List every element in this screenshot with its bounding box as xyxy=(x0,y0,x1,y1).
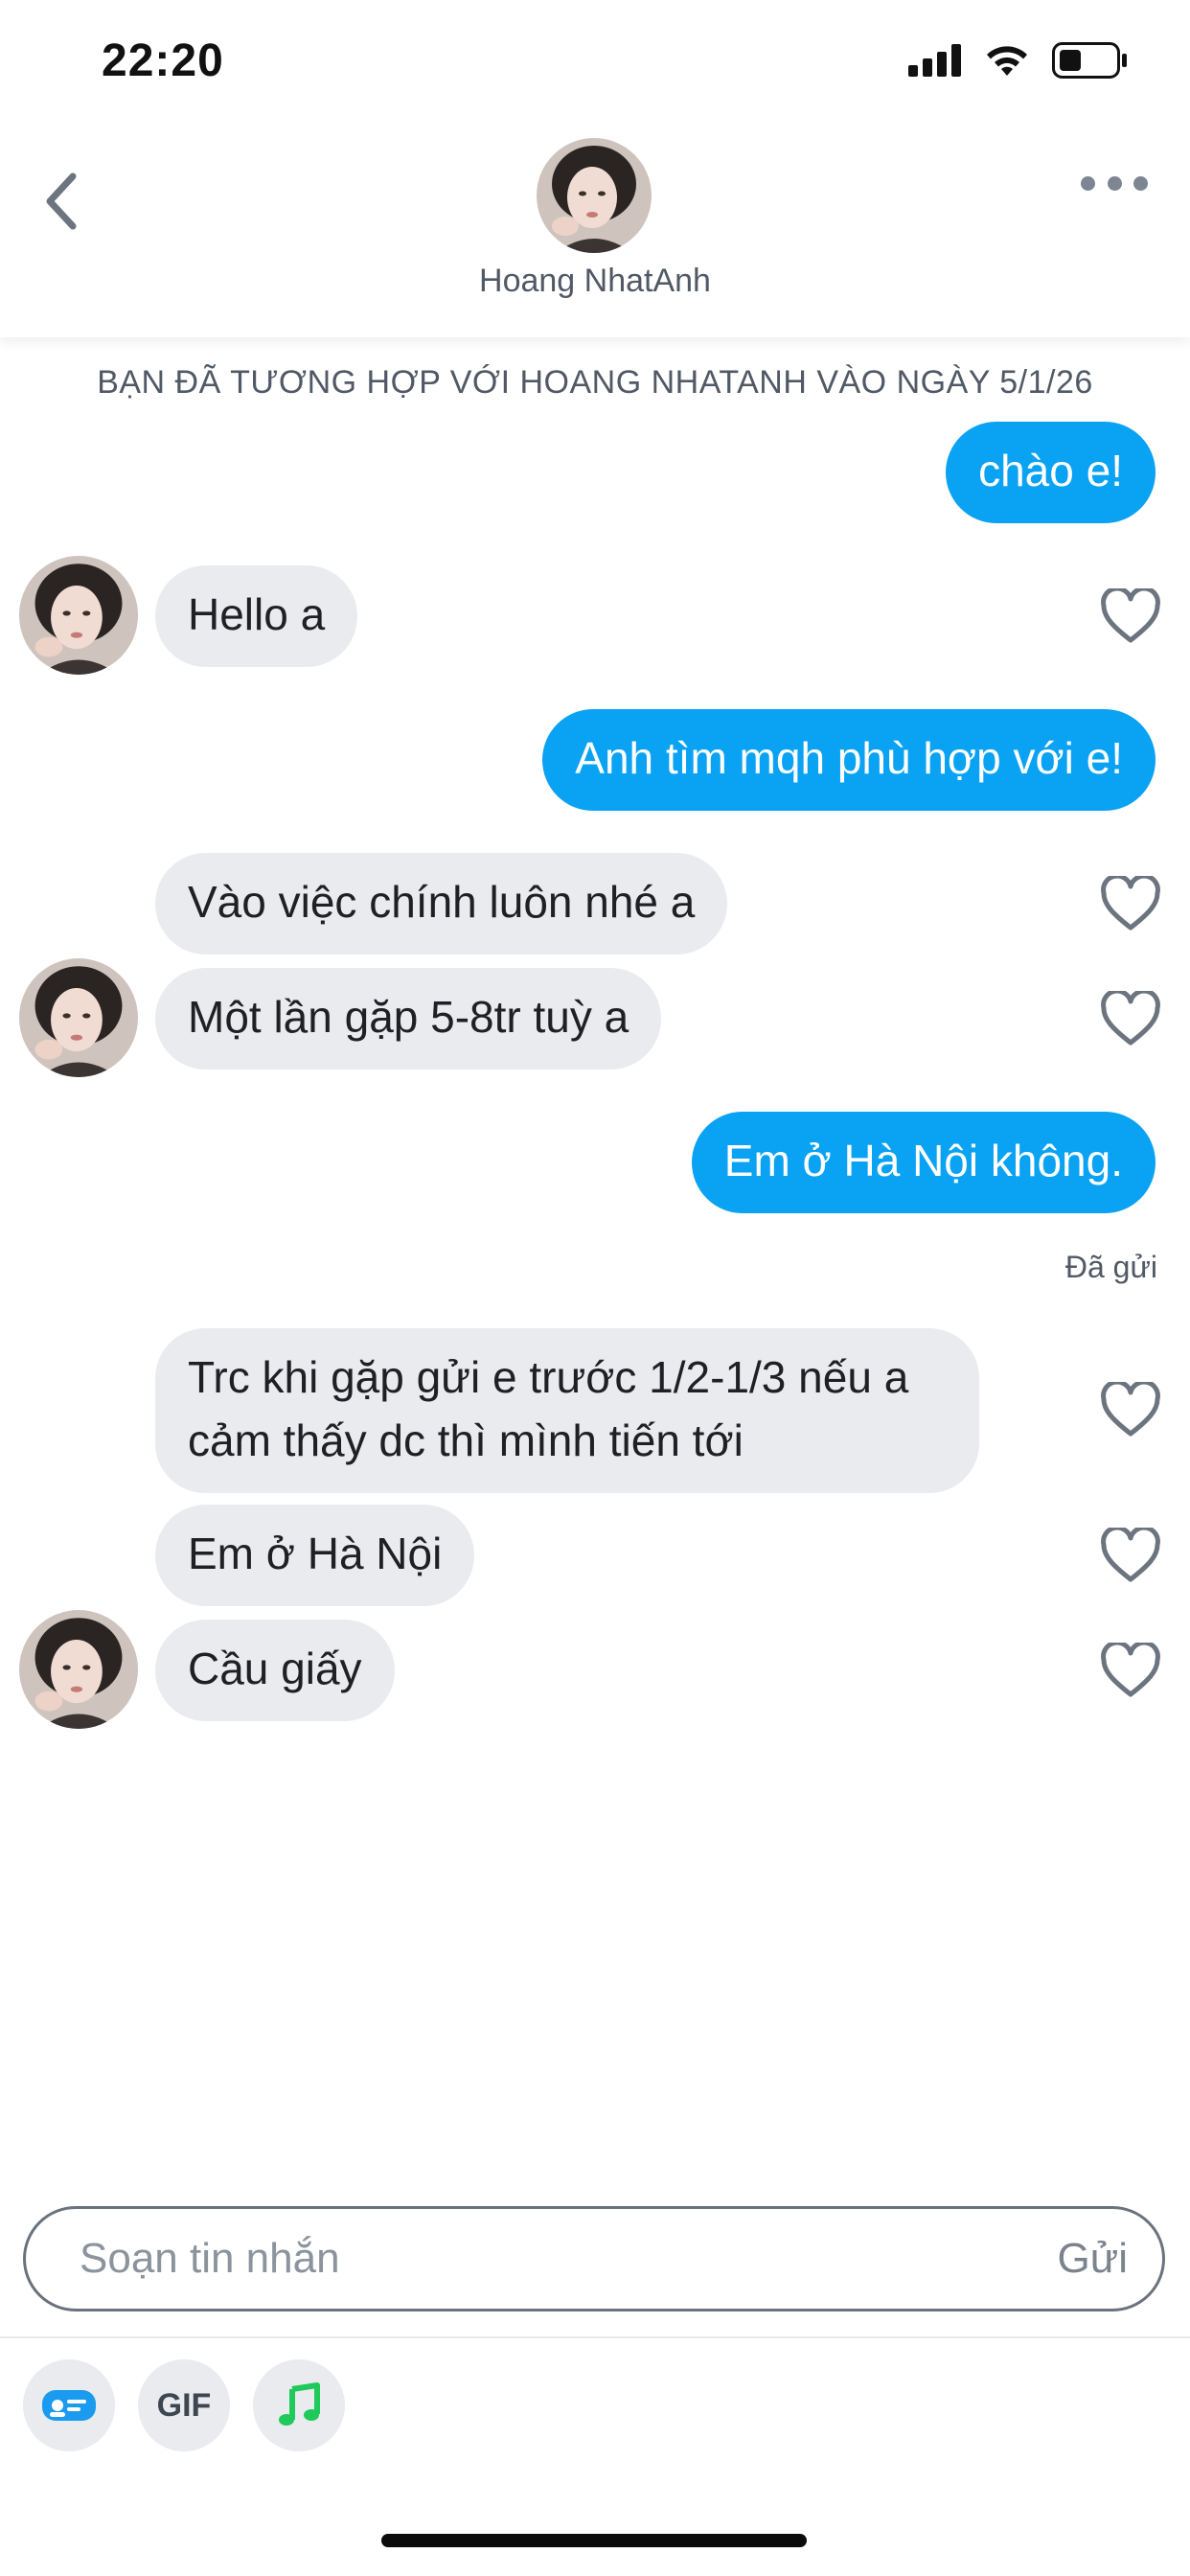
message-incoming[interactable]: Một lần gặp 5-8tr tuỳ a xyxy=(155,968,662,1070)
message-incoming[interactable]: Cầu giấy xyxy=(155,1620,395,1721)
more-dot-icon xyxy=(1133,175,1148,191)
like-heart-icon[interactable] xyxy=(1100,1640,1161,1700)
message-composer: Gửi xyxy=(23,2206,1165,2312)
message-incoming[interactable]: Trc khi gặp gửi e trước 1/2-1/3 nếu a cả… xyxy=(155,1328,979,1493)
like-heart-icon[interactable] xyxy=(1100,988,1161,1048)
like-heart-icon[interactable] xyxy=(1100,1525,1161,1585)
like-heart-icon[interactable] xyxy=(1100,873,1161,933)
music-button[interactable] xyxy=(253,2359,345,2451)
like-heart-icon[interactable] xyxy=(1100,1379,1161,1439)
send-button[interactable]: Gửi xyxy=(1058,2209,1128,2309)
gif-label: GIF xyxy=(156,2386,212,2424)
wifi-icon xyxy=(987,46,1027,76)
more-options-button[interactable] xyxy=(1081,169,1148,197)
chevron-left-icon xyxy=(46,172,77,230)
status-time: 22:20 xyxy=(102,35,224,86)
message-input[interactable] xyxy=(80,2209,942,2309)
sender-avatar[interactable] xyxy=(19,556,138,675)
battery-icon xyxy=(1052,42,1127,79)
home-indicator[interactable] xyxy=(381,2534,807,2547)
message-incoming[interactable]: Hello a xyxy=(155,565,358,667)
sender-avatar[interactable] xyxy=(19,1610,138,1729)
contact-card-icon xyxy=(42,2390,96,2421)
match-banner: BẠN ĐÃ TƯƠNG HỢP VỚI HOANG NHATANH VÀO N… xyxy=(97,364,1093,401)
message-outgoing[interactable]: chào e! xyxy=(946,422,1156,523)
chat-screen: 22:20 Hoang NhatAnh BẠN ĐÃ TƯƠNG HỢP VỚI… xyxy=(0,0,1190,2576)
more-dot-icon xyxy=(1107,175,1122,191)
chat-header: Hoang NhatAnh xyxy=(0,125,1190,337)
contact-card-button[interactable] xyxy=(23,2359,115,2451)
toolbar-divider xyxy=(0,2336,1190,2338)
delivery-status: Đã gửi xyxy=(1064,1250,1157,1284)
message-incoming[interactable]: Vào việc chính luôn nhé a xyxy=(155,853,728,954)
avatar-image xyxy=(19,1610,138,1729)
music-note-icon xyxy=(279,2382,320,2426)
back-button[interactable] xyxy=(42,163,96,240)
signal-icon xyxy=(908,44,961,77)
avatar-image xyxy=(19,958,138,1077)
more-dot-icon xyxy=(1081,175,1095,191)
gif-button[interactable]: GIF xyxy=(138,2359,230,2451)
message-incoming[interactable]: Em ở Hà Nội xyxy=(155,1505,475,1606)
profile-avatar[interactable] xyxy=(537,138,652,253)
status-icons xyxy=(908,42,1129,79)
avatar-image xyxy=(19,556,138,675)
message-outgoing[interactable]: Anh tìm mqh phù hợp với e! xyxy=(542,709,1156,811)
message-outgoing[interactable]: Em ở Hà Nội không. xyxy=(691,1112,1156,1213)
sender-avatar[interactable] xyxy=(19,958,138,1077)
like-heart-icon[interactable] xyxy=(1100,586,1161,646)
profile-name[interactable]: Hoang NhatAnh xyxy=(0,263,1190,300)
avatar-image xyxy=(537,138,652,253)
